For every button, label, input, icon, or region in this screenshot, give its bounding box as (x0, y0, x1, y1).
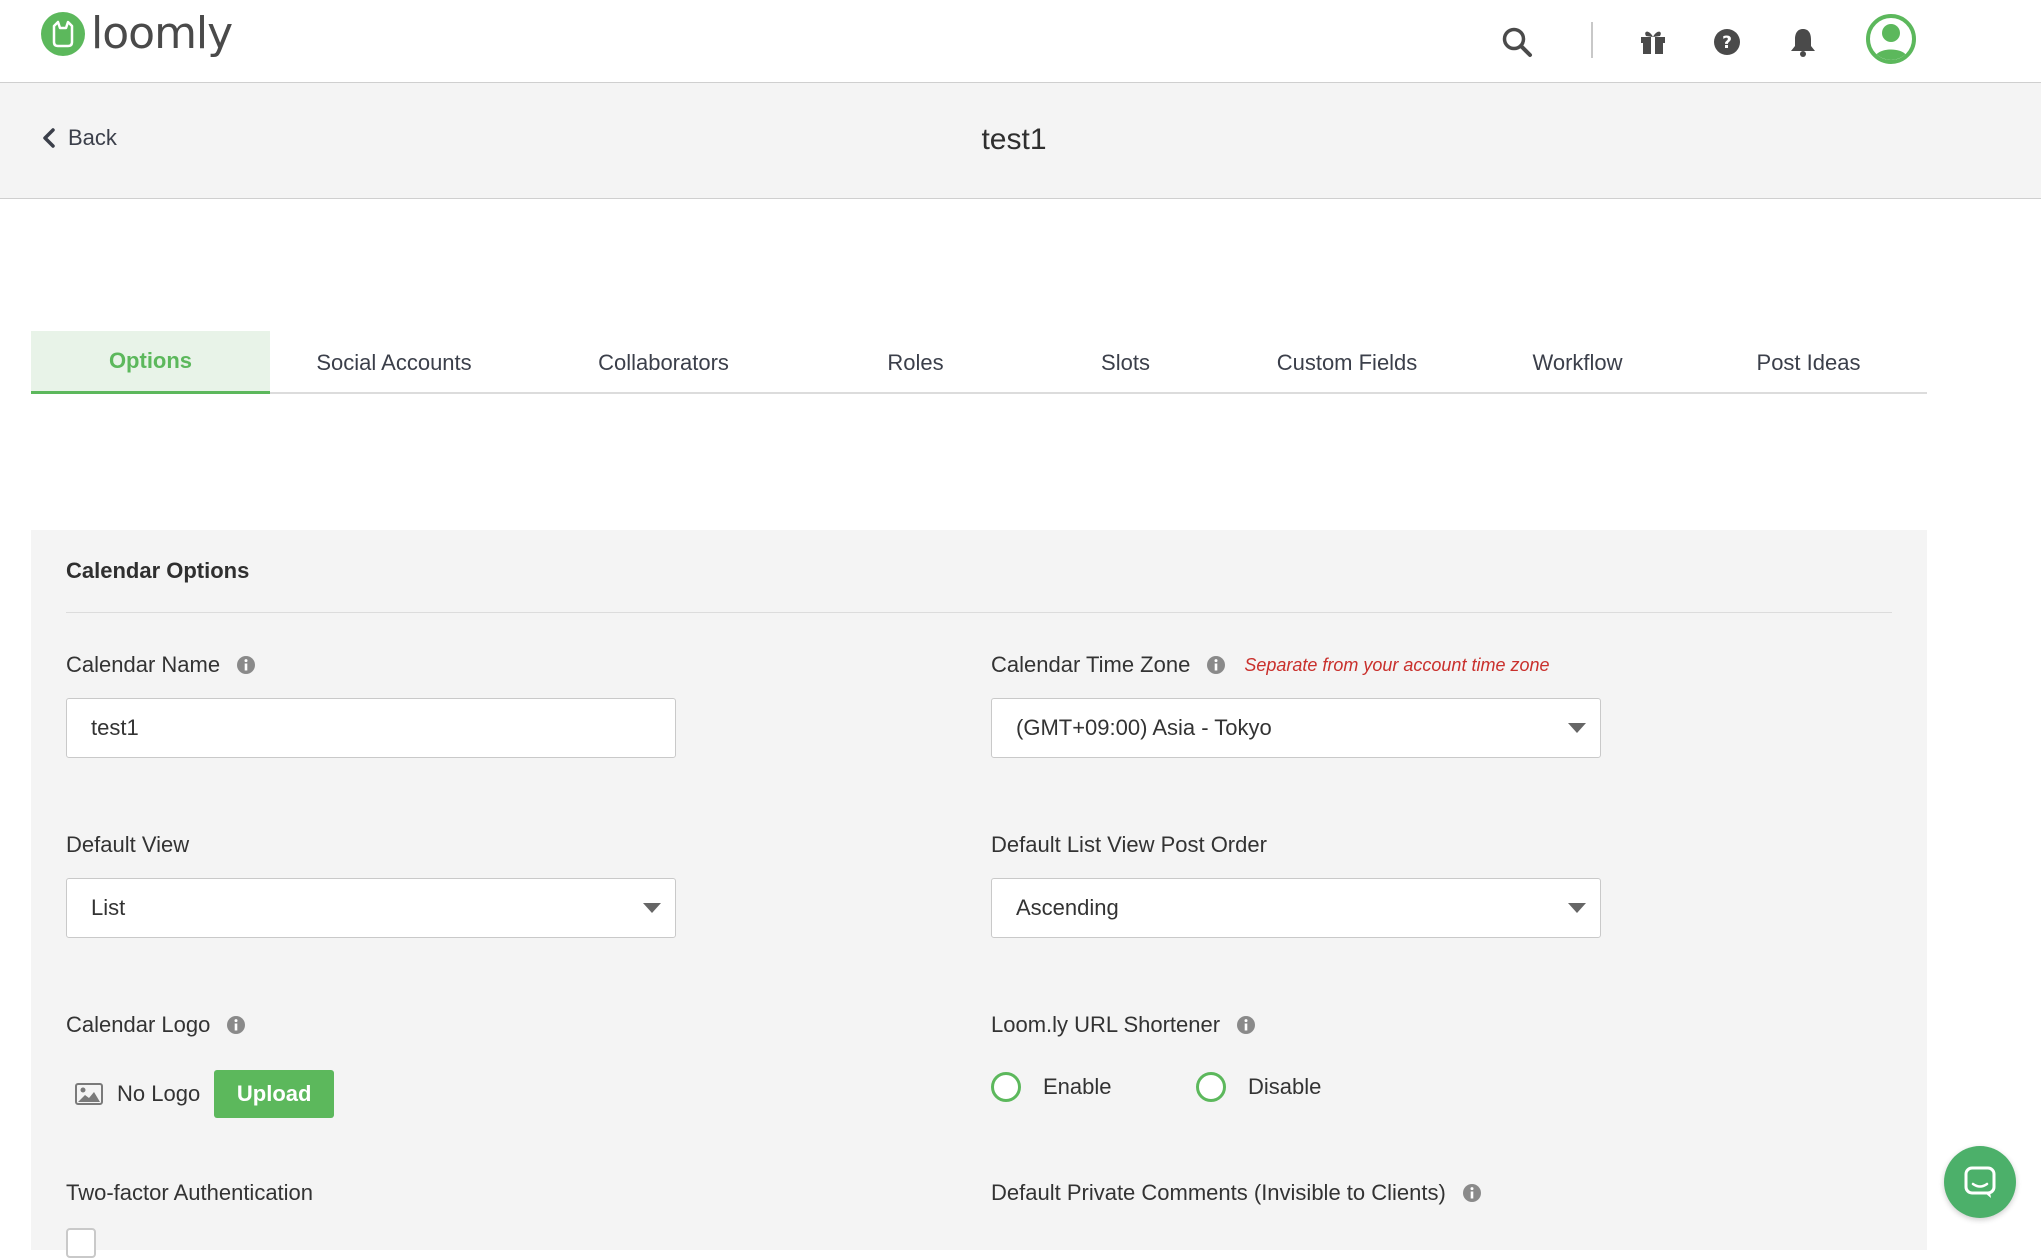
info-icon[interactable] (1236, 1015, 1256, 1035)
search-icon[interactable] (1497, 20, 1537, 64)
calendar-name-label: Calendar Name (66, 652, 256, 678)
chat-launcher-button[interactable] (1944, 1146, 2016, 1218)
section-title: Calendar Options (66, 558, 250, 583)
post-order-value: Ascending (1016, 895, 1119, 920)
calendar-logo-label: Calendar Logo (66, 1012, 246, 1038)
tab-collaborators[interactable]: Collaborators (518, 331, 809, 394)
logo-status: No Logo (117, 1081, 201, 1106)
bell-icon[interactable] (1783, 20, 1823, 64)
chat-icon (1964, 1166, 1996, 1198)
nav-divider (1591, 22, 1593, 58)
calendar-name-input[interactable]: test1 (66, 698, 676, 758)
disable-radio[interactable]: Disable (1196, 1072, 1321, 1102)
url-shortener-label-text: Loom.ly URL Shortener (991, 1012, 1221, 1037)
logo-mark-icon (41, 12, 85, 56)
enable-radio[interactable]: Enable (991, 1072, 1112, 1102)
tab-workflow[interactable]: Workflow (1465, 331, 1690, 394)
top-navbar: loomly ? (0, 0, 2041, 83)
calendar-name-value: test1 (91, 715, 139, 740)
time-zone-label-text: Calendar Time Zone (991, 652, 1191, 677)
tab-options[interactable]: Options (31, 331, 270, 394)
info-icon[interactable] (236, 655, 256, 675)
time-zone-value: (GMT+09:00) Asia - Tokyo (1016, 715, 1272, 740)
page-title: test1 (981, 123, 1047, 156)
tab-post-ideas[interactable]: Post Ideas (1690, 331, 1927, 394)
calendar-logo-row: No Logo Upload (75, 1070, 335, 1118)
two-factor-label: Two-factor Authentication (66, 1180, 313, 1206)
calendar-options-panel: Calendar Options Calendar Name test1 Cal… (31, 530, 1927, 1258)
logo-text: loomly (91, 8, 233, 59)
tab-custom-fields[interactable]: Custom Fields (1229, 331, 1465, 394)
time-zone-select[interactable]: (GMT+09:00) Asia - Tokyo (991, 698, 1601, 758)
svg-text:?: ? (1722, 33, 1732, 53)
time-zone-label: Calendar Time Zone Separate from your ac… (991, 652, 1549, 678)
two-factor-checkbox[interactable] (66, 1228, 96, 1258)
loomly-logo[interactable]: loomly (41, 8, 233, 59)
radio-button[interactable] (991, 1072, 1021, 1102)
time-zone-hint: Separate from your account time zone (1244, 654, 1550, 675)
default-view-label: Default View (66, 832, 189, 858)
chevron-down-icon (1568, 723, 1586, 733)
default-view-label-text: Default View (66, 832, 190, 857)
url-shortener-label: Loom.ly URL Shortener (991, 1012, 1256, 1038)
default-view-select[interactable]: List (66, 878, 676, 938)
tab-slots[interactable]: Slots (1022, 331, 1229, 394)
disable-label: Disable (1248, 1074, 1322, 1099)
chevron-down-icon (1568, 903, 1586, 913)
calendar-name-label-text: Calendar Name (66, 652, 221, 677)
gift-icon[interactable] (1633, 20, 1673, 64)
default-view-value: List (91, 895, 126, 920)
user-avatar-icon[interactable] (1866, 14, 1916, 64)
help-icon[interactable]: ? (1707, 20, 1747, 64)
chevron-down-icon (643, 903, 661, 913)
info-icon[interactable] (1206, 655, 1226, 675)
info-icon[interactable] (226, 1015, 246, 1035)
tab-roles[interactable]: Roles (809, 331, 1022, 394)
page-header: Back test1 (0, 83, 2041, 199)
section-divider (66, 612, 1892, 613)
upload-button[interactable]: Upload (214, 1070, 335, 1118)
info-icon[interactable] (1462, 1183, 1482, 1203)
settings-tabs: Options Social Accounts Collaborators Ro… (31, 331, 1927, 394)
tab-social-accounts[interactable]: Social Accounts (270, 331, 518, 394)
radio-button[interactable] (1196, 1072, 1226, 1102)
two-factor-label-text: Two-factor Authentication (66, 1180, 314, 1205)
post-order-label-text: Default List View Post Order (991, 832, 1267, 857)
calendar-logo-label-text: Calendar Logo (66, 1012, 211, 1037)
private-comments-label: Default Private Comments (Invisible to C… (991, 1180, 1482, 1206)
enable-label: Enable (1043, 1074, 1112, 1099)
private-comments-label-text: Default Private Comments (Invisible to C… (991, 1180, 1446, 1205)
image-placeholder-icon (75, 1083, 103, 1105)
post-order-label: Default List View Post Order (991, 832, 1267, 858)
post-order-select[interactable]: Ascending (991, 878, 1601, 938)
